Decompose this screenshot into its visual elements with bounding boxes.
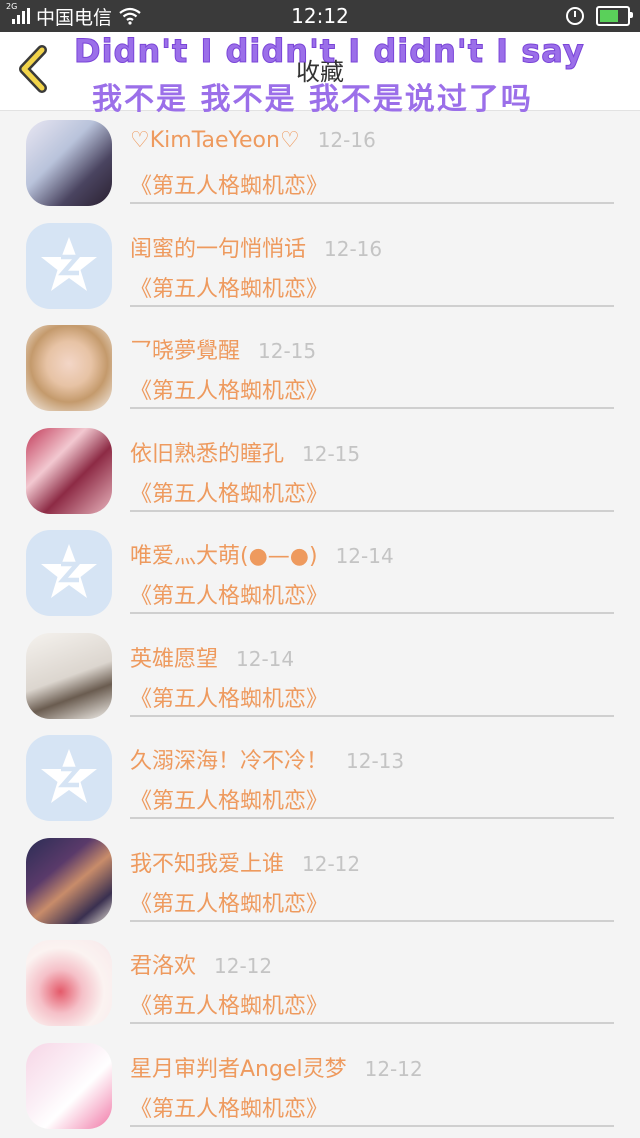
topic-title[interactable]: 《第五人格蜘机恋》 <box>130 886 328 918</box>
user-name[interactable]: 君洛欢 <box>130 948 196 980</box>
divider <box>130 1022 614 1024</box>
default-avatar[interactable] <box>26 222 112 309</box>
list-item[interactable]: 星月审判者Angel灵梦 12-12 《第五人格蜘机恋》 <box>0 1033 640 1136</box>
divider <box>130 304 614 307</box>
default-avatar[interactable] <box>26 735 112 821</box>
list-item[interactable]: 闺蜜的一句悄悄话 12-16 《第五人格蜘机恋》 <box>0 213 640 316</box>
avatar[interactable] <box>26 120 112 206</box>
divider <box>130 509 614 512</box>
user-name[interactable]: 唯爱灬大萌(●—●) <box>130 538 318 570</box>
battery-icon <box>596 6 633 26</box>
divider <box>130 817 614 819</box>
topic-title[interactable]: 《第五人格蜘机恋》 <box>130 578 328 610</box>
list-item[interactable]: 乛晓夢覺醒 12-15 《第五人格蜘机恋》 <box>0 315 640 418</box>
divider <box>130 612 614 614</box>
user-name[interactable]: 英雄愿望 <box>130 641 218 673</box>
avatar[interactable] <box>26 632 112 719</box>
avatar[interactable] <box>26 325 112 411</box>
list-item[interactable]: 君洛欢 12-12 《第五人格蜘机恋》 <box>0 930 640 1033</box>
topic-title[interactable]: 《第五人格蜘机恋》 <box>130 988 328 1020</box>
list-item[interactable]: 依旧熟悉的瞳孔 12-15 《第五人格蜘机恋》 <box>0 418 640 521</box>
alarm-icon <box>566 7 584 25</box>
star-logo-icon <box>41 749 97 803</box>
divider <box>130 714 614 717</box>
topic-title[interactable]: 《第五人格蜘机恋》 <box>130 168 328 200</box>
default-avatar[interactable] <box>26 530 112 616</box>
header-bar: 收藏 Didn't I didn't I didn't I say 我不是 我不… <box>0 32 640 117</box>
topic-title[interactable]: 《第五人格蜘机恋》 <box>130 783 328 815</box>
user-name[interactable]: 久溺深海！冷不冷！ <box>130 743 328 775</box>
post-date: 12-12 <box>302 851 361 876</box>
user-name[interactable]: 我不知我爱上谁 <box>130 846 284 878</box>
post-date: 12-15 <box>302 441 361 466</box>
divider <box>130 1124 614 1127</box>
avatar[interactable] <box>26 837 112 924</box>
list-item[interactable]: 我不知我爱上谁 12-12 《第五人格蜘机恋》 <box>0 828 640 931</box>
clock: 12:12 <box>291 4 349 28</box>
post-date: 12-14 <box>236 646 295 671</box>
divider <box>130 919 614 922</box>
topic-title[interactable]: 《第五人格蜘机恋》 <box>130 476 328 508</box>
avatar[interactable] <box>26 1042 112 1129</box>
topic-title[interactable]: 《第五人格蜘机恋》 <box>130 1091 328 1123</box>
topic-title[interactable]: 《第五人格蜘机恋》 <box>130 681 328 713</box>
post-date: 12-15 <box>258 339 317 363</box>
user-name[interactable]: ♡KimTaeYeon♡ <box>130 128 300 153</box>
post-date: 12-16 <box>317 128 376 152</box>
list-item[interactable]: 英雄愿望 12-14 《第五人格蜘机恋》 <box>0 623 640 726</box>
list-item[interactable]: 久溺深海！冷不冷！ 12-13 《第五人格蜘机恋》 <box>0 725 640 828</box>
post-date: 12-12 <box>364 1056 423 1081</box>
post-date: 12-16 <box>324 236 383 261</box>
topic-title[interactable]: 《第五人格蜘机恋》 <box>130 271 328 303</box>
avatar[interactable] <box>26 940 112 1026</box>
banner-text-english: Didn't I didn't I didn't I say <box>74 32 585 71</box>
user-name[interactable]: 乛晓夢覺醒 <box>130 333 240 365</box>
post-date: 12-13 <box>346 749 405 773</box>
list-item[interactable]: 唯爱灬大萌(●—●) 12-14 《第五人格蜘机恋》 <box>0 520 640 623</box>
post-date: 12-12 <box>214 954 273 978</box>
list-item[interactable]: ♡KimTaeYeon♡ 12-16 《第五人格蜘机恋》 <box>0 110 640 213</box>
star-logo-icon <box>41 236 97 291</box>
user-name[interactable]: 星月审判者Angel灵梦 <box>130 1051 347 1083</box>
divider <box>130 407 614 409</box>
user-name[interactable]: 闺蜜的一句悄悄话 <box>130 231 306 263</box>
post-date: 12-14 <box>335 544 394 568</box>
avatar[interactable] <box>26 427 112 514</box>
star-logo-icon <box>41 544 97 598</box>
user-name[interactable]: 依旧熟悉的瞳孔 <box>130 436 284 468</box>
topic-title[interactable]: 《第五人格蜘机恋》 <box>130 373 328 405</box>
divider <box>130 202 614 204</box>
favorites-list: ♡KimTaeYeon♡ 12-16 《第五人格蜘机恋》 闺蜜的一句悄悄话 12-1… <box>0 110 640 1135</box>
status-bar: 2G 中国电信 12:12 <box>0 0 640 32</box>
status-right <box>566 6 633 26</box>
